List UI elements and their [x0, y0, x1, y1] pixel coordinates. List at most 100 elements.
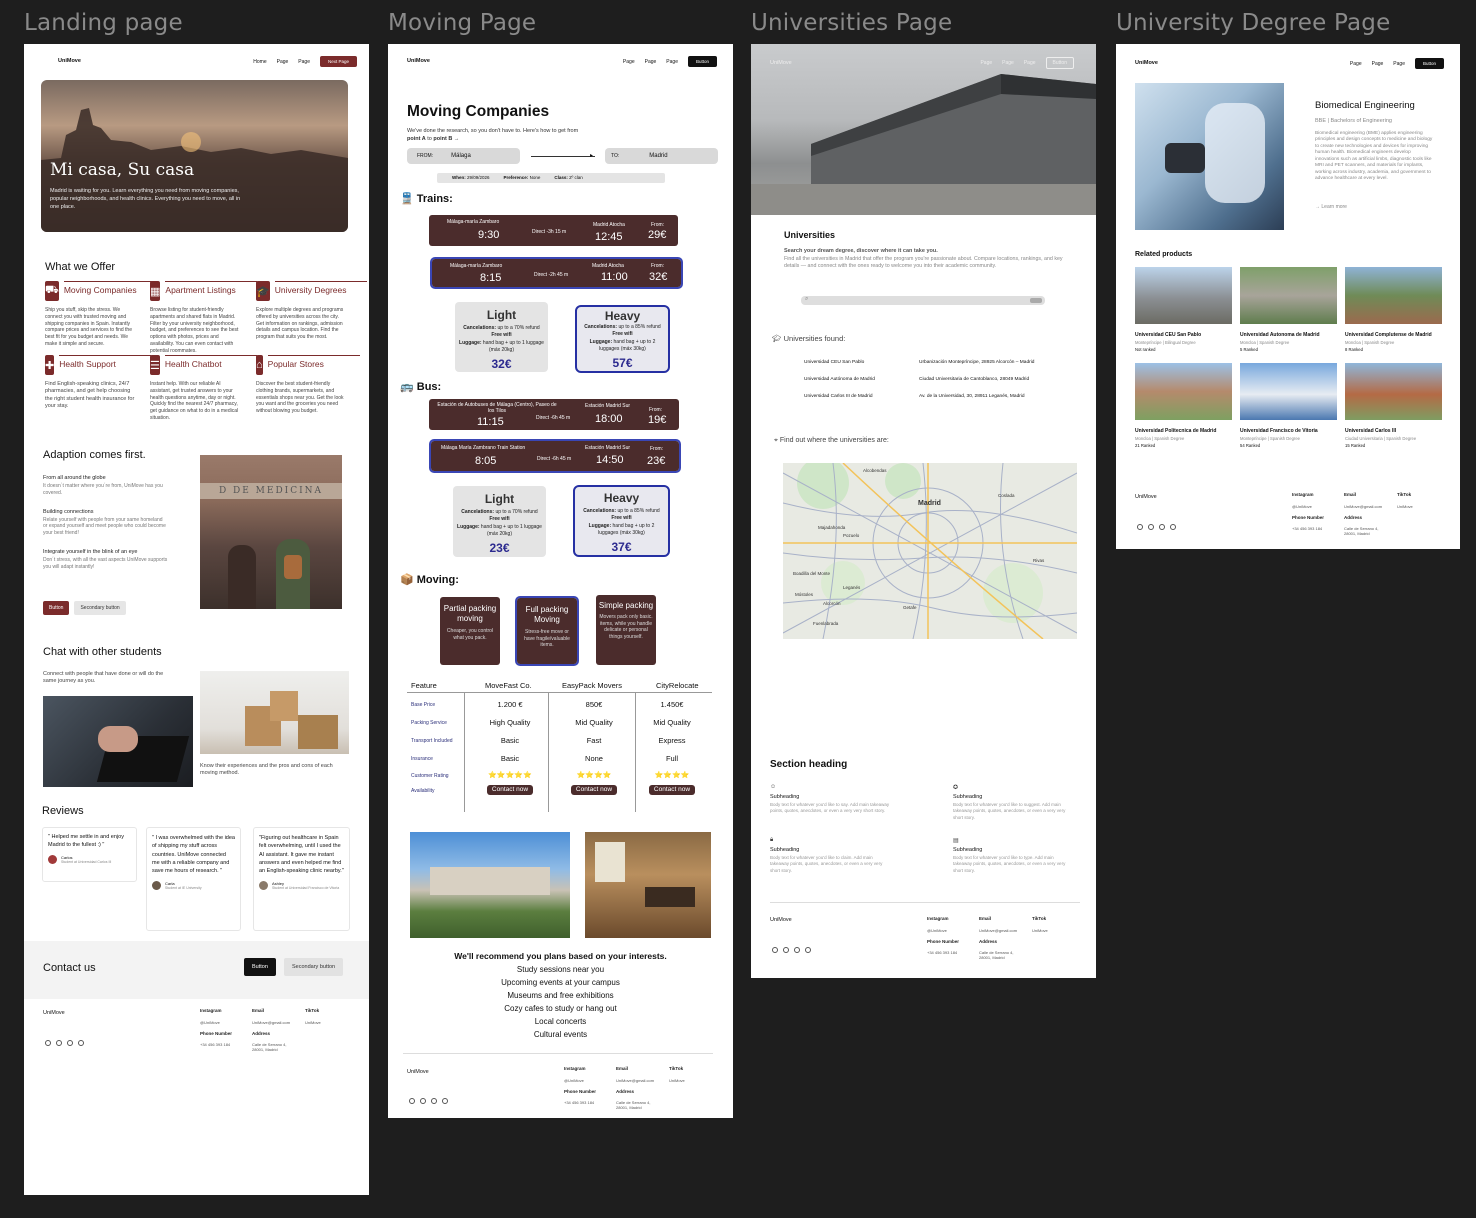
train-fare-light[interactable]: Light Cancelations: up to a 70% refund Fr… [455, 302, 548, 372]
offer-title-3: Health Support [59, 359, 116, 369]
table-divider [407, 692, 712, 693]
nav-page-2[interactable]: Page [1372, 61, 1384, 67]
product-card[interactable]: Universidad Autonoma de Madrid Moncloa | … [1240, 267, 1337, 359]
nav-page-3[interactable]: Page [666, 59, 678, 65]
university-name[interactable]: Universidad Carlos III de Madrid [804, 394, 873, 399]
fare-price: 57€ [612, 356, 633, 370]
footer-email[interactable]: UniMove@gmail.com [979, 928, 1017, 933]
nav-page-1[interactable]: Page [277, 59, 289, 65]
globe-icon[interactable] [78, 1040, 84, 1046]
youtube-icon[interactable] [794, 947, 800, 953]
learn-more-link[interactable]: → Learn more [1315, 204, 1347, 210]
linkedin-icon[interactable] [783, 947, 789, 953]
hero-text: Madrid is waiting for you. Learn everyth… [50, 188, 241, 210]
globe-icon[interactable] [442, 1098, 448, 1104]
from-field[interactable]: FROM: Málaga [407, 148, 520, 164]
instagram-icon[interactable] [409, 1098, 415, 1104]
logo[interactable]: UniMove [770, 60, 792, 66]
map[interactable]: Madrid Alcobendas Majadahonda Boadilla del … [783, 463, 1077, 639]
moving-option-partial[interactable]: Partial packing moving Cheaper, you cont… [440, 597, 500, 665]
adaption-secondary-button[interactable]: Secondary button [74, 601, 126, 615]
footer-tiktok[interactable]: UniMove [669, 1078, 685, 1083]
offer-health[interactable]: ✚ Health Support Find English-speaking cl… [45, 355, 152, 411]
nav-page-2[interactable]: Page [645, 59, 657, 65]
offer-stores[interactable]: ⌂ Popular Stores Discover the best studen… [256, 355, 360, 415]
nav-home[interactable]: Home [253, 59, 266, 65]
footer-email[interactable]: UniMove@gmail.com [616, 1078, 654, 1083]
train-fare-heavy[interactable]: Heavy Cancelations: up to a 85% refund Fr… [575, 305, 670, 373]
product-card[interactable]: Universidad CEU San Pablo Montepríncipe |… [1135, 267, 1232, 359]
linkedin-icon[interactable] [420, 1098, 426, 1104]
instagram-icon[interactable] [1137, 524, 1143, 530]
youtube-icon[interactable] [431, 1098, 437, 1104]
train-result-1[interactable]: Málaga-maría Zambaro 8:15 Direct -2h 45 … [430, 257, 683, 289]
contact-now-button[interactable]: Contact now [649, 785, 695, 795]
offer-moving[interactable]: ⛟ Moving Companies Ship you stuff, skip t… [45, 281, 156, 348]
logo[interactable]: UniMove [1135, 60, 1158, 66]
nav-page-2[interactable]: Page [298, 59, 310, 65]
offer-apartments[interactable]: ▦ Apartment Listings Browse listing for s… [150, 281, 258, 354]
footer-email[interactable]: UniMove@gmail.com [1344, 504, 1382, 509]
review-quote-1: " I was overwhelmed with the idea of shi… [152, 835, 235, 874]
product-image [1345, 267, 1442, 324]
train-result-0[interactable]: Málaga-maría Zambaro 9:30 Direct -3h 15 … [429, 215, 678, 246]
footer-instagram[interactable]: @UniMove [564, 1078, 584, 1083]
contact-now-button[interactable]: Contact now [487, 785, 533, 795]
contact-button[interactable]: Button [244, 958, 276, 976]
linkedin-icon[interactable] [1148, 524, 1154, 530]
search-input[interactable]: ⌕ [801, 296, 1045, 305]
bus-result-1[interactable]: Málaga María Zambrano Train Station 8:05… [429, 439, 681, 473]
globe-icon[interactable] [805, 947, 811, 953]
to-field[interactable]: TO: Madrid [605, 148, 718, 164]
product-rank: 54 Ranked [1240, 443, 1261, 448]
youtube-icon[interactable] [67, 1040, 73, 1046]
footer-email[interactable]: UniMove@gmail.com [252, 1020, 290, 1025]
moving-option-simple[interactable]: Simple packing Movers pack only basic. i… [596, 595, 656, 665]
moving-option-full[interactable]: Full packing Moving Stress-free move or … [515, 596, 579, 666]
search-options[interactable]: When: 29/09/2026 Preference: None Class:… [437, 173, 665, 183]
nav-page-3[interactable]: Page [1393, 61, 1405, 67]
logo[interactable]: UniMove [407, 58, 430, 64]
offer-chatbot[interactable]: ☰ Health Chatbot Instant help. With our r… [150, 355, 257, 422]
university-name[interactable]: Universidad Autónoma de Madrid [804, 377, 875, 382]
nav-page-1[interactable]: Page [623, 59, 635, 65]
bus-fare-light[interactable]: Light Cancelations: up to a 70% refund Fr… [453, 486, 546, 557]
bus-result-0[interactable]: Estación de Autobuses de Málaga (Centro)… [429, 399, 679, 430]
footer-instagram[interactable]: @UniMove [200, 1020, 220, 1025]
product-card[interactable]: Universidad Carlos III Ciudad Universitar… [1345, 363, 1442, 455]
contact-now-button[interactable]: Contact now [571, 785, 617, 795]
nav-page-3[interactable]: Page [1024, 60, 1036, 66]
instagram-icon[interactable] [45, 1040, 51, 1046]
adaption-button[interactable]: Button [43, 601, 70, 615]
footer-tiktok[interactable]: UniMove [1397, 504, 1413, 509]
logo[interactable]: UniMove [58, 58, 81, 64]
review-role-0: Student at Universidad Carlos III [61, 860, 112, 865]
product-card[interactable]: Universidad Complutense de Madrid Moncloa… [1345, 267, 1442, 359]
linkedin-icon[interactable] [56, 1040, 62, 1046]
bus-fare-heavy[interactable]: Heavy Cancelations: up to a 85% refund Fr… [573, 485, 670, 557]
search-button[interactable] [1030, 298, 1042, 303]
contact-secondary-button[interactable]: Secondary button [284, 958, 344, 976]
footer-tiktok[interactable]: UniMove [305, 1020, 321, 1025]
footer-logo: UniMove [407, 1069, 429, 1075]
footer-tiktok[interactable]: UniMove [1032, 928, 1048, 933]
university-name[interactable]: Universidad CEU San Pablo [804, 360, 864, 365]
footer-instagram[interactable]: @UniMove [927, 928, 947, 933]
product-card[interactable]: Universidad Politecnica de Madrid Moncloa… [1135, 363, 1232, 455]
youtube-icon[interactable] [1159, 524, 1165, 530]
offer-degrees[interactable]: 🎓 University Degrees Explore multiple deg… [256, 281, 367, 341]
nav-button[interactable]: Button [687, 56, 717, 67]
next-page-button[interactable]: Next Page [319, 56, 357, 67]
location-pin-icon: ⌖ [774, 437, 778, 444]
nav-button[interactable]: Button [1045, 57, 1074, 69]
nav-page-2[interactable]: Page [1002, 60, 1014, 66]
nav-page-1[interactable]: Page [1350, 61, 1362, 67]
product-card[interactable]: Universidad Francisco de Vitoria Monteprí… [1240, 363, 1337, 455]
globe-icon[interactable] [1170, 524, 1176, 530]
instagram-icon[interactable] [772, 947, 778, 953]
footer-instagram[interactable]: @UniMove [1292, 504, 1312, 509]
fare-lug-label: Luggage: [457, 523, 480, 530]
nav-button[interactable]: Button [1414, 58, 1444, 69]
nav-page-1[interactable]: Page [980, 60, 992, 66]
product-name: Universidad Politecnica de Madrid [1135, 428, 1217, 434]
